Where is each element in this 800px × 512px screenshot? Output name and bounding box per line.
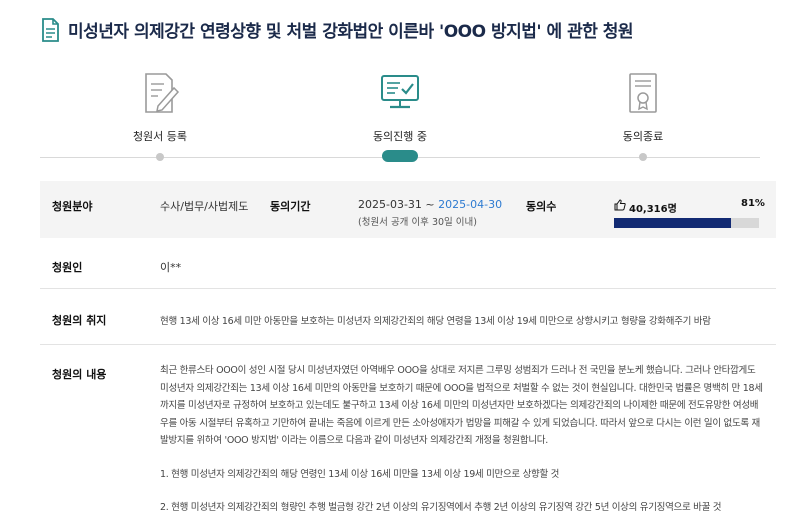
period-label: 동의기간 xyxy=(270,200,311,213)
step-label-in-progress: 동의진행 중 xyxy=(372,130,428,143)
progress-bar xyxy=(614,218,759,228)
thumbs-up-icon xyxy=(614,199,626,211)
document-icon xyxy=(42,17,59,42)
progress-percent: 81% xyxy=(741,198,765,209)
period-note: (청원서 공개 이후 30일 이내) xyxy=(358,217,477,228)
content-line: 미성년자 의제강간죄는 13세 이상 16세 미만의 아동만을 보호하기 때문에… xyxy=(160,382,763,394)
content-line: 우를 아동 시절부터 유혹하고 기만하여 끝내는 죽음에 이르게 만든 소아성애… xyxy=(160,417,760,429)
purpose-label: 청원의 취지 xyxy=(52,314,107,327)
period-separator: ~ xyxy=(421,198,439,211)
step-in-progress: 동의진행 중 xyxy=(340,60,460,144)
step-label-registered: 청원서 등록 xyxy=(132,130,188,143)
period-value: 2025-03-31 ~ 2025-04-30 xyxy=(358,198,502,211)
step-closed: 동의종료 xyxy=(583,60,703,144)
step-dot-closed xyxy=(639,153,647,161)
content-line: 발방지를 위하여 'OOO 방지법' 이라는 이름으로 다음과 같이 미성년자 … xyxy=(160,435,548,446)
step-indicator-active xyxy=(382,150,418,162)
content-label: 청원의 내용 xyxy=(52,368,107,381)
document-edit-icon xyxy=(145,73,180,113)
monitor-check-icon xyxy=(381,75,419,109)
page-title: 미성년자 의제강간 연령상향 및 처벌 강화법안 이른바 'OOO 방지법' 에… xyxy=(68,22,634,42)
purpose-value: 현행 13세 이상 16세 미만 아동만을 보호하는 미성년자 의제강간죄의 해… xyxy=(160,316,711,327)
title-bar: 미성년자 의제강간 연령상향 및 처벌 강화법안 이른바 'OOO 방지법' 에… xyxy=(40,17,634,42)
period-start: 2025-03-31 xyxy=(358,198,422,211)
content-item-2: 2. 현행 미성년자 의제강간죄의 형량인 추행 벌금형 강간 2년 이상의 유… xyxy=(160,502,722,512)
petition-info-row: 청원분야 수사/법무/사법제도 동의기간 2025-03-31 ~ 2025-0… xyxy=(40,181,776,238)
content-line: 최근 한류스타 OOO이 성인 시절 당시 미성년자였던 아역배우 OOO을 상… xyxy=(160,365,756,376)
petitioner-label: 청원인 xyxy=(52,261,83,274)
count-label: 동의수 xyxy=(526,200,557,213)
content-line: 까지를 미성년자로 규정하여 보호하고 있는데도 불구하고 13세 이상 16세… xyxy=(160,400,759,411)
content-item-1: 1. 현행 미성년자 의제강간죄의 해당 연령인 13세 이상 16세 미만을 … xyxy=(160,468,560,480)
petition-steps: 청원서 등록 동의진행 중 동의종료 xyxy=(0,60,800,170)
field-value: 수사/법무/사법제도 xyxy=(160,200,249,213)
step-dot-registered xyxy=(156,153,164,161)
step-label-closed: 동의종료 xyxy=(622,130,664,143)
content-body: 최근 한류스타 OOO이 성인 시절 당시 미성년자였던 아역배우 OOO을 상… xyxy=(160,362,772,512)
period-end: 2025-04-30 xyxy=(438,198,503,211)
purpose-row: 청원의 취지 현행 13세 이상 16세 미만 아동만을 보호하는 미성년자 의… xyxy=(40,289,776,345)
certificate-icon xyxy=(629,73,657,113)
progress-bar-fill xyxy=(614,218,732,228)
step-registered: 청원서 등록 xyxy=(100,60,220,144)
petitioner-value: 이** xyxy=(160,261,182,274)
field-label: 청원분야 xyxy=(52,200,93,213)
signature-count: 40,316명 xyxy=(629,204,677,215)
petitioner-row: 청원인 이** xyxy=(40,238,776,289)
